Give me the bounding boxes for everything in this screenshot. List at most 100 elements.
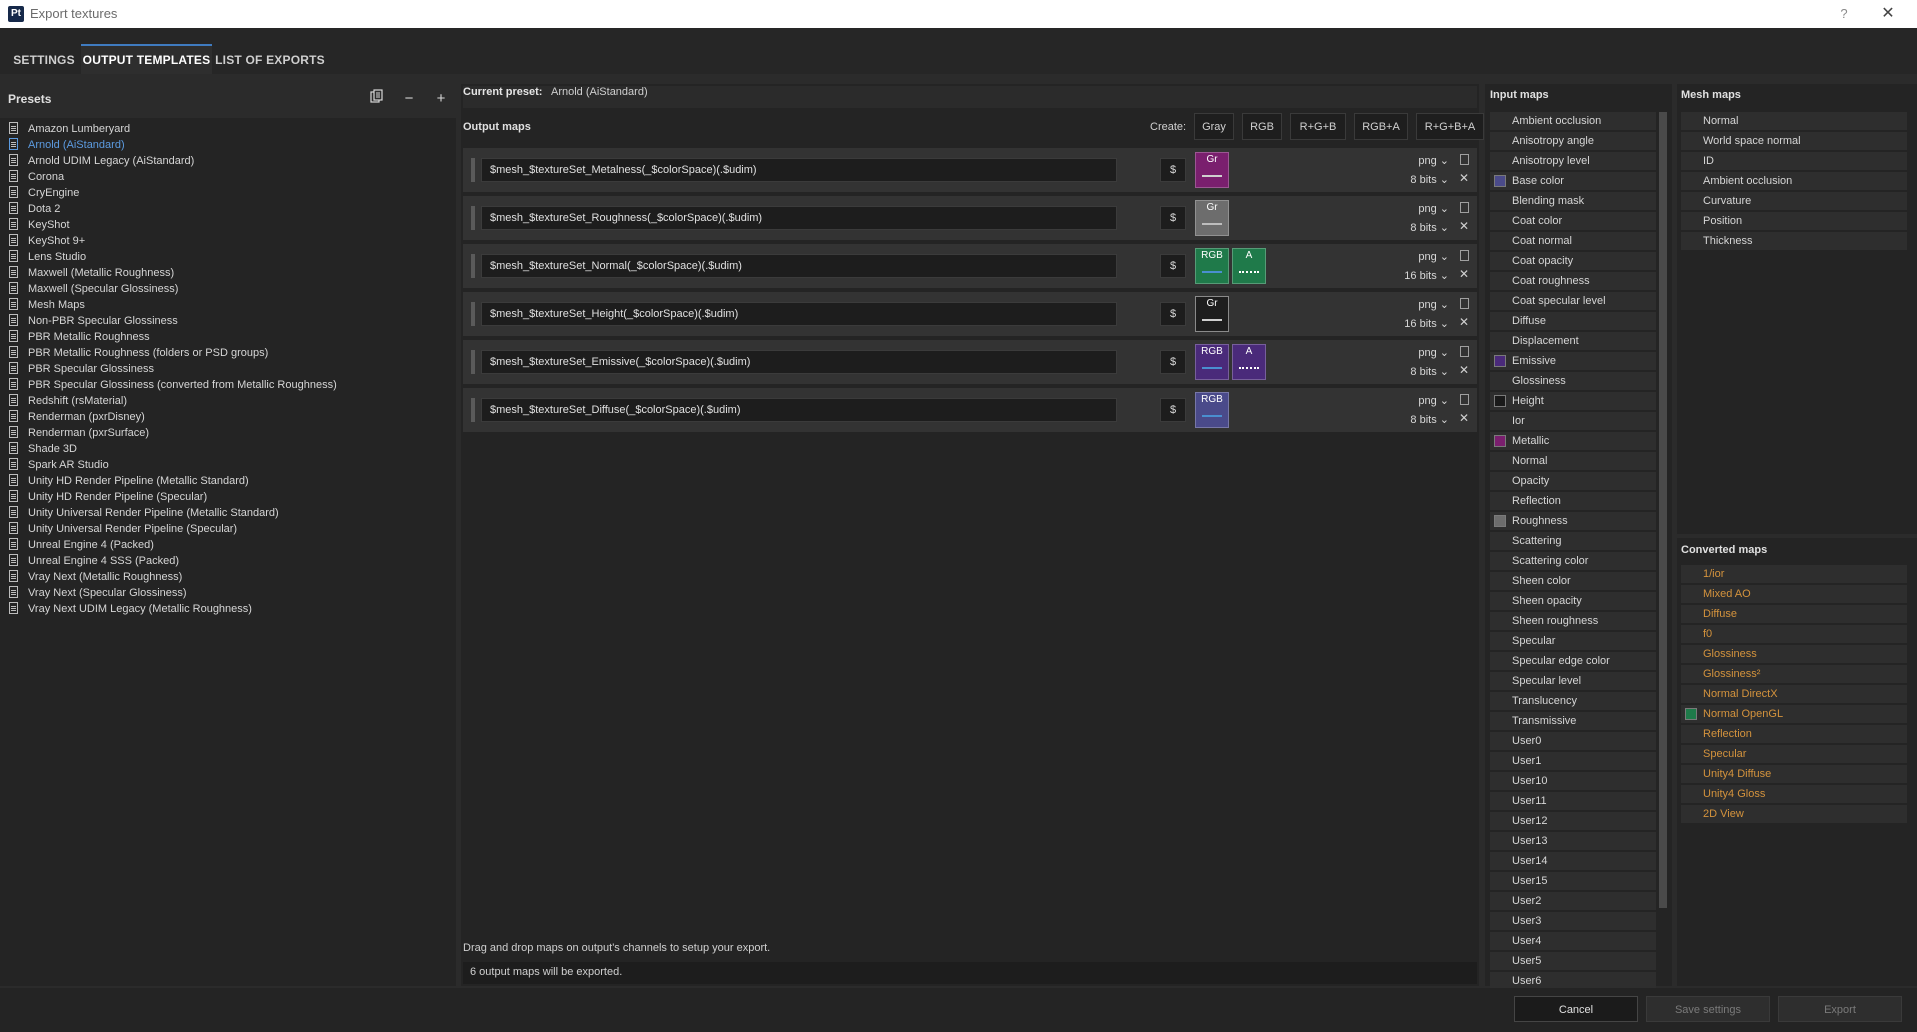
converted-map-item[interactable]: Diffuse [1681,605,1907,623]
remove-preset-icon[interactable]: − [398,88,420,110]
preset-item[interactable]: Renderman (pxrDisney) [0,409,456,425]
converted-map-item[interactable]: 2D View [1681,805,1907,823]
preset-item[interactable]: Amazon Lumberyard [0,121,456,137]
preset-item[interactable]: Non-PBR Specular Glossiness [0,313,456,329]
output-map-name-field[interactable]: $mesh_$textureSet_Diffuse(_$colorSpace)(… [481,398,1117,422]
input-map-item[interactable]: User15 [1490,872,1656,890]
channel-slot[interactable]: RGB [1195,344,1229,380]
input-map-item[interactable]: Anisotropy level [1490,152,1656,170]
input-map-item[interactable]: Scattering [1490,532,1656,550]
close-window-button[interactable]: ✕ [1876,3,1900,25]
input-map-item[interactable]: User4 [1490,932,1656,950]
insert-variable-button[interactable]: $ [1160,206,1186,230]
insert-variable-button[interactable]: $ [1160,350,1186,374]
create-r-g-b-button[interactable]: R+G+B [1290,113,1346,140]
bit-depth-dropdown[interactable]: 8 bits ⌄ [1410,365,1449,378]
duplicate-preset-icon[interactable] [366,88,388,110]
insert-variable-button[interactable]: $ [1160,254,1186,278]
mesh-map-item[interactable]: Curvature [1681,192,1907,210]
insert-variable-button[interactable]: $ [1160,158,1186,182]
preset-item[interactable]: Renderman (pxrSurface) [0,425,456,441]
input-map-item[interactable]: Anisotropy angle [1490,132,1656,150]
drag-handle[interactable] [471,350,475,374]
tab-list-of-exports[interactable]: LIST OF EXPORTS [214,46,326,74]
input-map-item[interactable]: User12 [1490,812,1656,830]
output-map-name-field[interactable]: $mesh_$textureSet_Height(_$colorSpace)(.… [481,302,1117,326]
preset-item[interactable]: Dota 2 [0,201,456,217]
input-map-item[interactable]: User3 [1490,912,1656,930]
create-gray-button[interactable]: Gray [1194,113,1234,140]
create-rgb-a-button[interactable]: RGB+A [1354,113,1408,140]
input-map-item[interactable]: Displacement [1490,332,1656,350]
preset-item[interactable]: Lens Studio [0,249,456,265]
insert-variable-button[interactable]: $ [1160,398,1186,422]
input-map-item[interactable]: Transmissive [1490,712,1656,730]
create-rgb-button[interactable]: RGB [1242,113,1282,140]
input-map-item[interactable]: Coat specular level [1490,292,1656,310]
preset-item[interactable]: Arnold UDIM Legacy (AiStandard) [0,153,456,169]
channel-slot[interactable]: RGB [1195,392,1229,428]
remove-map-icon[interactable]: ✕ [1459,363,1469,377]
drag-handle[interactable] [471,158,475,182]
remove-map-icon[interactable]: ✕ [1459,315,1469,329]
converted-map-item[interactable]: Unity4 Gloss [1681,785,1907,803]
input-map-item[interactable]: User13 [1490,832,1656,850]
preset-item[interactable]: Vray Next (Metallic Roughness) [0,569,456,585]
input-map-item[interactable]: User2 [1490,892,1656,910]
file-options-icon[interactable] [1460,346,1469,357]
channel-slot[interactable]: A [1232,344,1266,380]
bit-depth-dropdown[interactable]: 16 bits ⌄ [1404,317,1449,330]
converted-map-item[interactable]: 1/ior [1681,565,1907,583]
add-preset-icon[interactable]: + [430,88,452,110]
input-map-item[interactable]: Specular [1490,632,1656,650]
channel-slot[interactable]: RGB [1195,248,1229,284]
file-options-icon[interactable] [1460,250,1469,261]
input-map-item[interactable]: Roughness [1490,512,1656,530]
export-button[interactable]: Export [1778,996,1902,1022]
preset-item[interactable]: Shade 3D [0,441,456,457]
remove-map-icon[interactable]: ✕ [1459,219,1469,233]
output-map-name-field[interactable]: $mesh_$textureSet_Normal(_$colorSpace)(.… [481,254,1117,278]
input-map-item[interactable]: Specular level [1490,672,1656,690]
input-map-item[interactable]: Emissive [1490,352,1656,370]
preset-item[interactable]: Unity HD Render Pipeline (Metallic Stand… [0,473,456,489]
bit-depth-dropdown[interactable]: 8 bits ⌄ [1410,173,1449,186]
drag-handle[interactable] [471,398,475,422]
output-map-name-field[interactable]: $mesh_$textureSet_Emissive(_$colorSpace)… [481,350,1117,374]
input-map-item[interactable]: User5 [1490,952,1656,970]
file-options-icon[interactable] [1460,202,1469,213]
preset-item[interactable]: Mesh Maps [0,297,456,313]
converted-map-item[interactable]: Glossiness [1681,645,1907,663]
converted-map-item[interactable]: Reflection [1681,725,1907,743]
output-map-name-field[interactable]: $mesh_$textureSet_Roughness(_$colorSpace… [481,206,1117,230]
input-map-item[interactable]: Ior [1490,412,1656,430]
input-map-item[interactable]: Ambient occlusion [1490,112,1656,130]
mesh-map-item[interactable]: Position [1681,212,1907,230]
preset-item[interactable]: Spark AR Studio [0,457,456,473]
preset-item[interactable]: PBR Metallic Roughness (folders or PSD g… [0,345,456,361]
input-map-item[interactable]: Coat normal [1490,232,1656,250]
bit-depth-dropdown[interactable]: 8 bits ⌄ [1410,221,1449,234]
preset-item[interactable]: Unreal Engine 4 SSS (Packed) [0,553,456,569]
channel-slot[interactable]: A [1232,248,1266,284]
input-map-item[interactable]: Translucency [1490,692,1656,710]
bit-depth-dropdown[interactable]: 16 bits ⌄ [1404,269,1449,282]
converted-map-item[interactable]: Mixed AO [1681,585,1907,603]
converted-map-item[interactable]: Specular [1681,745,1907,763]
input-map-item[interactable]: User1 [1490,752,1656,770]
tab-settings[interactable]: SETTINGS [8,46,80,74]
input-map-item[interactable]: Height [1490,392,1656,410]
input-map-item[interactable]: User0 [1490,732,1656,750]
channel-slot[interactable]: Gr [1195,152,1229,188]
cancel-button[interactable]: Cancel [1514,996,1638,1022]
input-map-item[interactable]: Glossiness [1490,372,1656,390]
file-options-icon[interactable] [1460,154,1469,165]
converted-map-item[interactable]: Unity4 Diffuse [1681,765,1907,783]
preset-item[interactable]: Corona [0,169,456,185]
preset-item[interactable]: Unity HD Render Pipeline (Specular) [0,489,456,505]
input-map-item[interactable]: User14 [1490,852,1656,870]
preset-item[interactable]: Vray Next (Specular Glossiness) [0,585,456,601]
mesh-map-item[interactable]: World space normal [1681,132,1907,150]
output-map-name-field[interactable]: $mesh_$textureSet_Metalness(_$colorSpace… [481,158,1117,182]
preset-item[interactable]: PBR Specular Glossiness (converted from … [0,377,456,393]
